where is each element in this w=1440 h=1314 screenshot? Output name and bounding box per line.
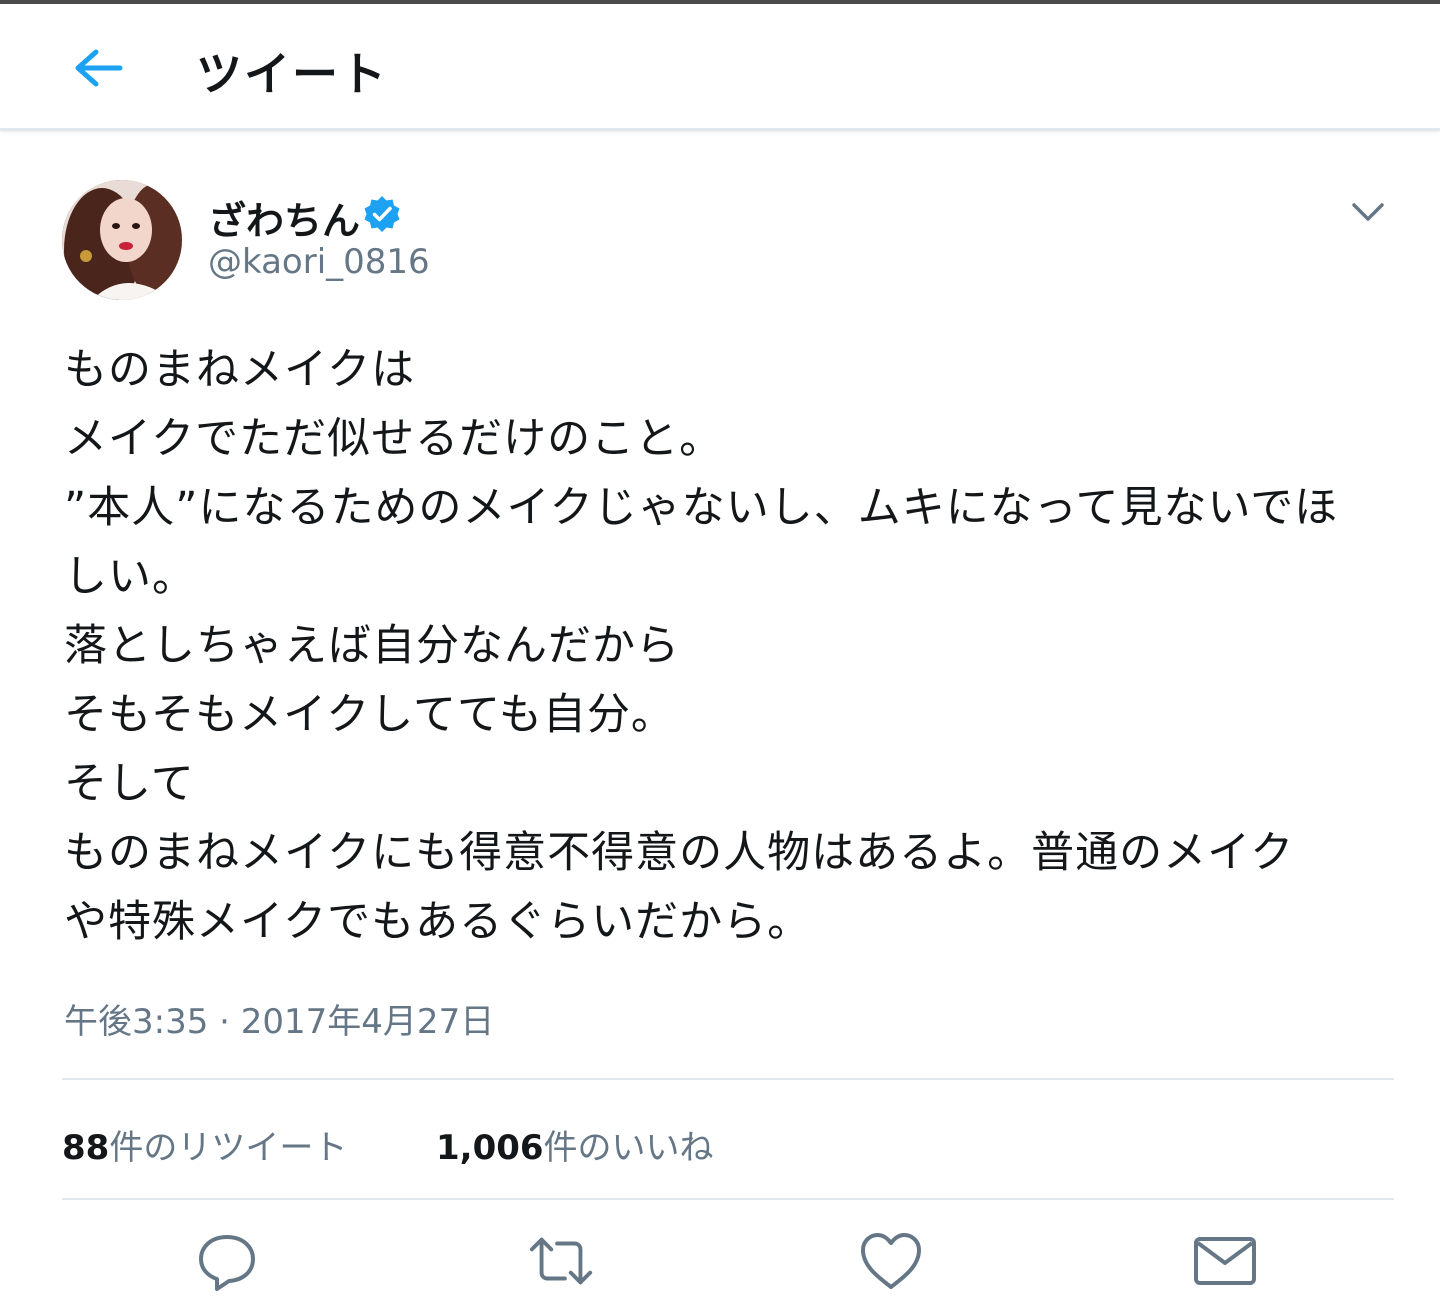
heart-icon [861,1233,921,1289]
tweet-stats: 88件のリツイート 1,006件のいいね [62,1120,714,1169]
tweet-text: ものまねメイクは メイクでただ似せるだけのこと。 ”本人”になるためのメイクじゃ… [64,336,1404,957]
user-handle[interactable]: @kaori_0816 [208,242,430,282]
retweet-count: 88 [62,1128,110,1168]
reply-button[interactable] [192,1226,262,1296]
tweet-line: そもそもメイクしてても自分。 [64,690,675,740]
tweet-line: や特殊メイクでもあるぐらいだから。 [64,897,812,947]
tweet-line: ものまねメイクにも得意不得意の人物はあるよ。普通のメイク [64,828,1295,878]
tweet-line: メイクでただ似せるだけのこと。 [64,414,724,464]
retweet-icon [529,1237,593,1285]
tweet-line: ものまねメイクは [64,345,416,395]
tweet-line: そして [64,759,195,809]
like-button[interactable] [856,1226,926,1296]
share-button[interactable] [1190,1226,1260,1296]
verified-badge-icon [364,196,400,232]
tweet-line: ”本人”になるためのメイクじゃないし、ムキになって見ないでほ [64,483,1339,533]
retweet-count-link[interactable]: 88件のリツイート [62,1120,347,1169]
avatar[interactable] [62,180,182,300]
like-count-label: 件のいいね [543,1128,714,1168]
arrow-left-icon [75,49,123,87]
like-count: 1,006 [436,1128,544,1168]
divider [62,1078,1394,1080]
reply-icon [199,1235,255,1291]
chevron-down-icon[interactable] [1346,190,1390,234]
page-title: ツイート [196,47,388,101]
tweet-line: しい。 [64,552,196,602]
divider [62,1198,1394,1200]
app-header: ツイート [0,4,1440,131]
like-count-link[interactable]: 1,006件のいいね [436,1120,714,1169]
retweet-count-label: 件のリツイート [109,1128,348,1168]
tweet-timestamp[interactable]: 午後3:35 · 2017年4月27日 [64,994,494,1043]
tweet-line: 落としちゃえば自分なんだから [64,621,680,671]
envelope-icon [1194,1237,1256,1285]
display-name[interactable]: ざわちん [208,190,360,245]
back-button[interactable] [60,40,136,96]
retweet-button[interactable] [526,1226,596,1296]
avatar-image [62,180,182,300]
